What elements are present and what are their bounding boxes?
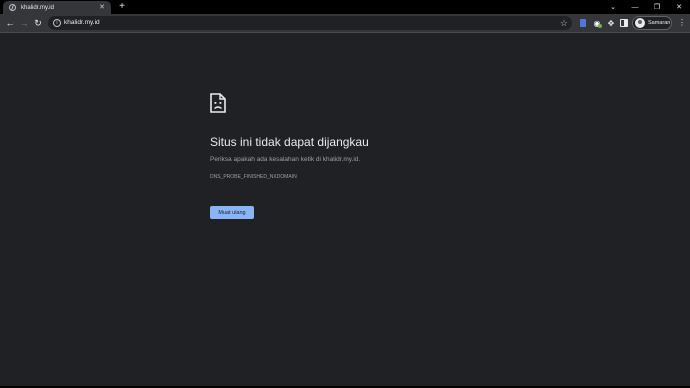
docs-extension-icon bbox=[580, 19, 586, 27]
reload-page-button[interactable]: Muat ulang bbox=[210, 206, 254, 219]
extensions-puzzle-icon[interactable]: ✥ bbox=[606, 18, 616, 28]
browser-toolbar: ← → ↻ i khalidr.my.id ☆ ◉ ✥ Samaran ⋮ bbox=[0, 14, 690, 33]
browser-menu-icon[interactable]: ⋮ bbox=[678, 17, 686, 29]
side-panel-icon[interactable] bbox=[620, 19, 628, 27]
error-code: DNS_PROBE_FINISHED_NXDOMAIN bbox=[210, 174, 297, 180]
address-bar[interactable]: i khalidr.my.id ☆ bbox=[48, 16, 572, 30]
close-window-button[interactable]: ✕ bbox=[668, 0, 690, 14]
bookmark-star-icon[interactable]: ☆ bbox=[560, 17, 568, 29]
profile-button[interactable]: Samaran bbox=[632, 16, 672, 30]
minimize-button[interactable]: — bbox=[624, 0, 646, 14]
reload-button[interactable]: ↻ bbox=[32, 17, 44, 29]
error-title: Situs ini tidak dapat dijangkau bbox=[210, 135, 369, 149]
globe-icon bbox=[9, 4, 16, 11]
extension-1-button[interactable] bbox=[578, 18, 588, 28]
url-text[interactable]: khalidr.my.id bbox=[64, 18, 100, 28]
restore-button[interactable]: ❐ bbox=[646, 0, 668, 14]
tab-search-icon[interactable]: ⌄ bbox=[602, 0, 624, 14]
site-info-icon[interactable]: i bbox=[53, 19, 61, 27]
tab-close-icon[interactable]: ✕ bbox=[99, 4, 105, 11]
new-tab-button[interactable]: + bbox=[116, 1, 128, 13]
back-button[interactable]: ← bbox=[4, 17, 16, 29]
tab-strip: khalidr.my.id ✕ + ⌄ — ❐ ✕ bbox=[0, 0, 690, 14]
profile-label: Samaran bbox=[648, 20, 671, 26]
tab-khalidr[interactable]: khalidr.my.id ✕ bbox=[3, 1, 111, 14]
forward-button[interactable]: → bbox=[18, 17, 30, 29]
sad-page-icon bbox=[210, 93, 226, 113]
window-controls: ⌄ — ❐ ✕ bbox=[602, 0, 690, 14]
tab-title: khalidr.my.id bbox=[21, 4, 54, 11]
extension-icon: ◉ bbox=[593, 18, 601, 28]
avatar bbox=[635, 18, 645, 28]
error-description: Periksa apakah ada kesalahan ketik di kh… bbox=[210, 156, 361, 163]
extension-2-button[interactable]: ◉ bbox=[592, 18, 602, 28]
